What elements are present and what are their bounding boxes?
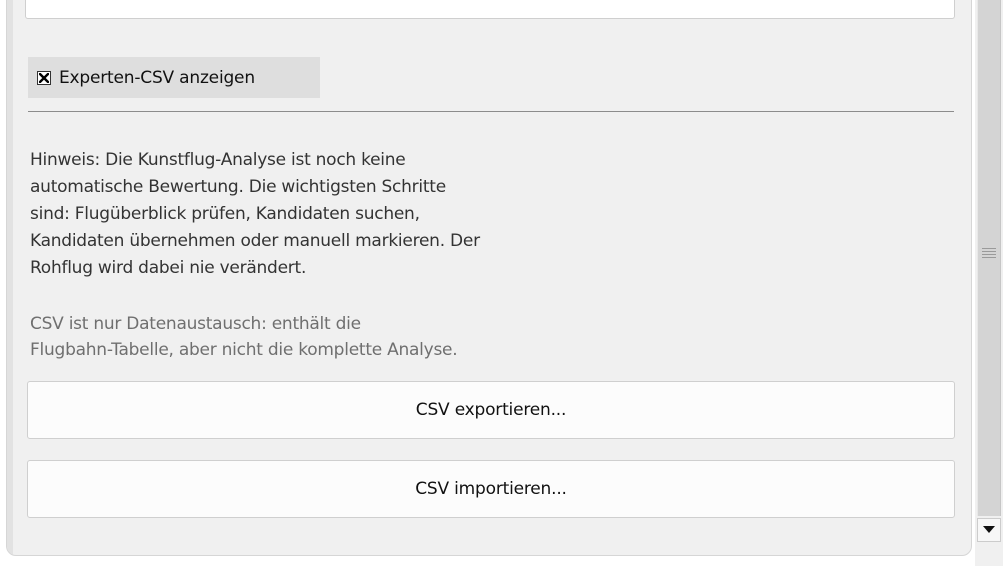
hint-line: Hinweis: Die Kunstflug-Analyse ist noch …	[30, 150, 406, 170]
section-divider	[28, 111, 954, 112]
triangle-down-icon	[983, 526, 995, 533]
hint-line: automatische Bewertung. Die wichtigsten …	[30, 177, 446, 197]
hint-line: Kandidaten übernehmen oder manuell marki…	[30, 231, 480, 251]
expert-csv-checkbox[interactable]: Experten-CSV anzeigen	[28, 57, 320, 98]
settings-panel: Experten-CSV anzeigen Hinweis: Die Kunst…	[6, 0, 972, 556]
csv-note-text: CSV ist nur Datenaustausch: enthält die …	[30, 311, 670, 363]
app-root: Experten-CSV anzeigen Hinweis: Die Kunst…	[0, 0, 1003, 566]
hint-text: Hinweis: Die Kunstflug-Analyse ist noch …	[30, 147, 670, 282]
checkbox-box[interactable]	[37, 70, 51, 85]
scroll-down-button[interactable]	[977, 518, 1001, 542]
x-mark-icon	[39, 72, 49, 83]
csv-export-button[interactable]: CSV exportieren...	[27, 381, 955, 439]
note-line: CSV ist nur Datenaustausch: enthält die	[30, 314, 361, 334]
hint-line: Rohflug wird dabei nie verändert.	[30, 258, 307, 278]
note-line: Flugbahn-Tabelle, aber nicht die komplet…	[30, 340, 458, 360]
vertical-scrollbar[interactable]	[975, 0, 1003, 566]
scrollbar-thumb[interactable]	[977, 0, 1001, 516]
grip-lines-icon	[982, 248, 996, 262]
csv-import-button[interactable]: CSV importieren...	[27, 460, 955, 518]
hint-line: sind: Flugüberblick prüfen, Kandidaten s…	[30, 204, 420, 224]
expert-csv-label: Experten-CSV anzeigen	[59, 67, 255, 88]
panel-edge	[7, 0, 13, 555]
previous-control-box	[25, 0, 955, 19]
